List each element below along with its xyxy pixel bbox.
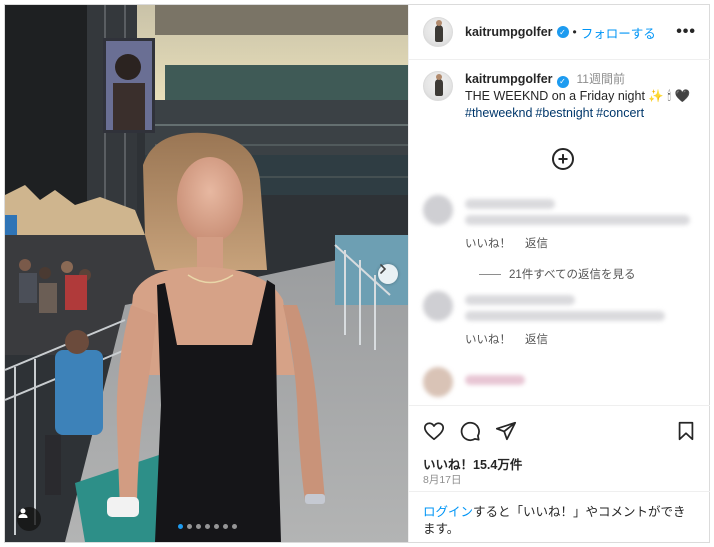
comment-item: いいね！ 返信 bbox=[423, 291, 698, 351]
comment-item: いいね！ 返信 21件すべての返信を見る bbox=[423, 195, 698, 281]
plus-circle-icon: + bbox=[557, 148, 569, 169]
comment-like-button[interactable]: いいね！ bbox=[465, 238, 511, 250]
carousel-dot bbox=[232, 524, 237, 529]
view-replies-button[interactable]: 21件すべての返信を見る bbox=[479, 266, 636, 282]
comment-avatar[interactable] bbox=[423, 195, 453, 225]
tagged-users-button[interactable] bbox=[17, 507, 41, 531]
comment-like-button[interactable]: いいね！ bbox=[465, 334, 511, 346]
carousel-dot bbox=[214, 524, 219, 529]
load-more-comments-button[interactable]: + bbox=[552, 148, 574, 170]
post-sidebar: kaitrumpgolfer ✓ • フォローする ••• kaitrumpgo… bbox=[408, 5, 710, 542]
blurred-comment-text bbox=[465, 375, 525, 385]
follow-button[interactable]: フォローする bbox=[581, 23, 656, 42]
carousel-dot bbox=[205, 524, 210, 529]
login-prompt: ログインすると「いいね！」やコメントができます。 bbox=[409, 491, 710, 538]
verified-badge-icon: ✓ bbox=[556, 26, 569, 38]
header-separator: • bbox=[572, 25, 577, 39]
carousel-next-button[interactable] bbox=[378, 264, 398, 284]
like-count[interactable]: いいね！15.4万件 bbox=[423, 454, 522, 473]
blurred-username bbox=[465, 199, 555, 209]
caption-hashtags: #theweeknd #bestnight #concert bbox=[465, 105, 690, 122]
comment-reply-button[interactable]: 返信 bbox=[525, 238, 548, 250]
post-actions-section: いいね！15.4万件 8月17日 ログインすると「いいね！」やコメントができます… bbox=[409, 405, 710, 542]
post-header: kaitrumpgolfer ✓ • フォローする ••• bbox=[409, 5, 710, 60]
comment-reply-button[interactable]: 返信 bbox=[525, 334, 548, 346]
blurred-comment-text bbox=[465, 215, 690, 225]
post-frame: kaitrumpgolfer ✓ • フォローする ••• kaitrumpgo… bbox=[4, 4, 710, 543]
concert-photo-illustration bbox=[5, 5, 408, 542]
action-icons bbox=[423, 420, 698, 444]
post-caption: kaitrumpgolfer ✓ 11週間前 THE WEEKND on a Fri… bbox=[423, 71, 698, 122]
share-icon[interactable] bbox=[495, 420, 517, 442]
caption-text: THE WEEKND on a Friday night ✨ 🕯 🖤 bbox=[465, 89, 691, 103]
more-options-icon[interactable]: ••• bbox=[676, 23, 696, 41]
hashtag-link[interactable]: #bestnight bbox=[535, 106, 593, 120]
comment-item bbox=[423, 367, 698, 403]
post-date[interactable]: 8月17日 bbox=[423, 472, 462, 487]
comment-avatar[interactable] bbox=[423, 367, 453, 397]
comment-avatar[interactable] bbox=[423, 291, 453, 321]
blurred-comment-text bbox=[465, 311, 665, 321]
login-link[interactable]: ログイン bbox=[423, 505, 473, 519]
carousel-dot bbox=[196, 524, 201, 529]
caption-verified-badge-icon: ✓ bbox=[556, 75, 569, 88]
comment-icon[interactable] bbox=[459, 420, 481, 442]
carousel-dot bbox=[178, 524, 183, 529]
carousel-dot bbox=[187, 524, 192, 529]
heart-icon[interactable] bbox=[423, 420, 445, 442]
user-tag-icon bbox=[18, 508, 28, 518]
post-photo[interactable] bbox=[5, 5, 408, 542]
author-avatar[interactable] bbox=[423, 17, 453, 47]
carousel-indicator bbox=[178, 524, 237, 529]
comment-actions: いいね！ 返信 bbox=[465, 235, 562, 251]
caption-timestamp[interactable]: 11週間前 bbox=[577, 72, 625, 86]
chevron-right-icon bbox=[380, 264, 387, 274]
bookmark-icon[interactable] bbox=[675, 420, 697, 442]
caption-username[interactable]: kaitrumpgolfer bbox=[465, 72, 553, 86]
view-replies-label: 21件すべての返信を見る bbox=[509, 269, 636, 281]
author-username[interactable]: kaitrumpgolfer bbox=[465, 25, 553, 39]
hashtag-link[interactable]: #concert bbox=[596, 106, 644, 120]
hashtag-link[interactable]: #theweeknd bbox=[465, 106, 532, 120]
caption-avatar[interactable] bbox=[423, 71, 453, 101]
carousel-dot bbox=[223, 524, 228, 529]
replies-line bbox=[479, 273, 501, 275]
comment-actions: いいね！ 返信 bbox=[465, 331, 562, 347]
blurred-username bbox=[465, 295, 575, 305]
